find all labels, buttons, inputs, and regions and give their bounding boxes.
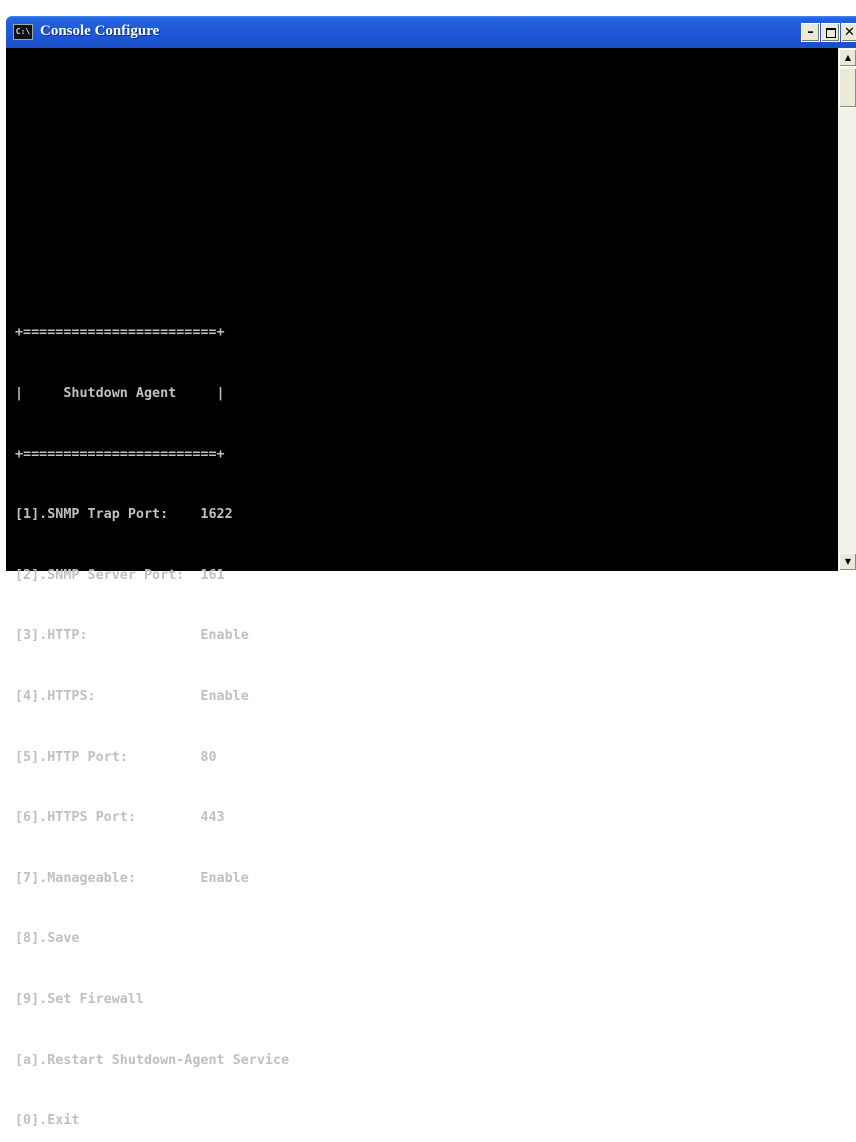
menu-item-manageable: [7].Manageable: Enable xyxy=(15,870,249,886)
maximize-button[interactable] xyxy=(821,23,840,42)
console-output-area[interactable]: +========================+ | Shutdown Ag… xyxy=(6,48,838,1128)
menu-item-http-port: [5].HTTP Port: 80 xyxy=(15,749,217,765)
scroll-down-button[interactable]: ▼ xyxy=(839,553,856,571)
window-title: Console Configure xyxy=(40,23,160,39)
arrow-down-icon: ▼ xyxy=(844,557,852,566)
menu-item-snmp-server-port: [2].SNMP Server Port: 161 xyxy=(15,567,225,583)
menu-item-save: [8].Save xyxy=(15,931,80,947)
menu-item-snmp-trap-port: [1].SNMP Trap Port: 1622 xyxy=(15,507,233,523)
menu-item-restart-service: [a].Restart Shutdown-Agent Service xyxy=(15,1052,290,1068)
console-app-icon[interactable]: C:\ xyxy=(13,24,33,40)
close-icon: ✕ xyxy=(844,25,855,40)
box-top-border: +========================+ xyxy=(15,325,225,341)
console-text: +========================+ | Shutdown Ag… xyxy=(15,283,289,1142)
scrollbar-thumb[interactable] xyxy=(839,68,856,108)
minimize-button[interactable]: – xyxy=(801,23,820,42)
maximize-icon xyxy=(825,28,836,38)
box-bottom-border: +========================+ xyxy=(15,446,225,462)
menu-item-https: [4].HTTPS: Enable xyxy=(15,688,249,704)
console-window: C:\ Console Configure – ✕ +=============… xyxy=(0,0,856,1128)
menu-item-exit: [0].Exit xyxy=(15,1113,80,1129)
title-bar[interactable]: C:\ Console Configure – ✕ xyxy=(6,16,856,48)
arrow-up-icon: ▲ xyxy=(844,53,852,62)
menu-item-http: [3].HTTP: Enable xyxy=(15,628,249,644)
window-top-edge xyxy=(0,0,856,10)
menu-item-https-port: [6].HTTPS Port: 443 xyxy=(15,810,225,826)
box-title: | Shutdown Agent | xyxy=(15,386,225,401)
minimize-icon: – xyxy=(807,25,814,40)
menu-item-set-firewall: [9].Set Firewall xyxy=(15,991,144,1007)
vertical-scrollbar[interactable]: ▲ ▼ xyxy=(838,48,856,571)
close-button[interactable]: ✕ xyxy=(841,23,856,42)
scroll-up-button[interactable]: ▲ xyxy=(839,49,856,67)
